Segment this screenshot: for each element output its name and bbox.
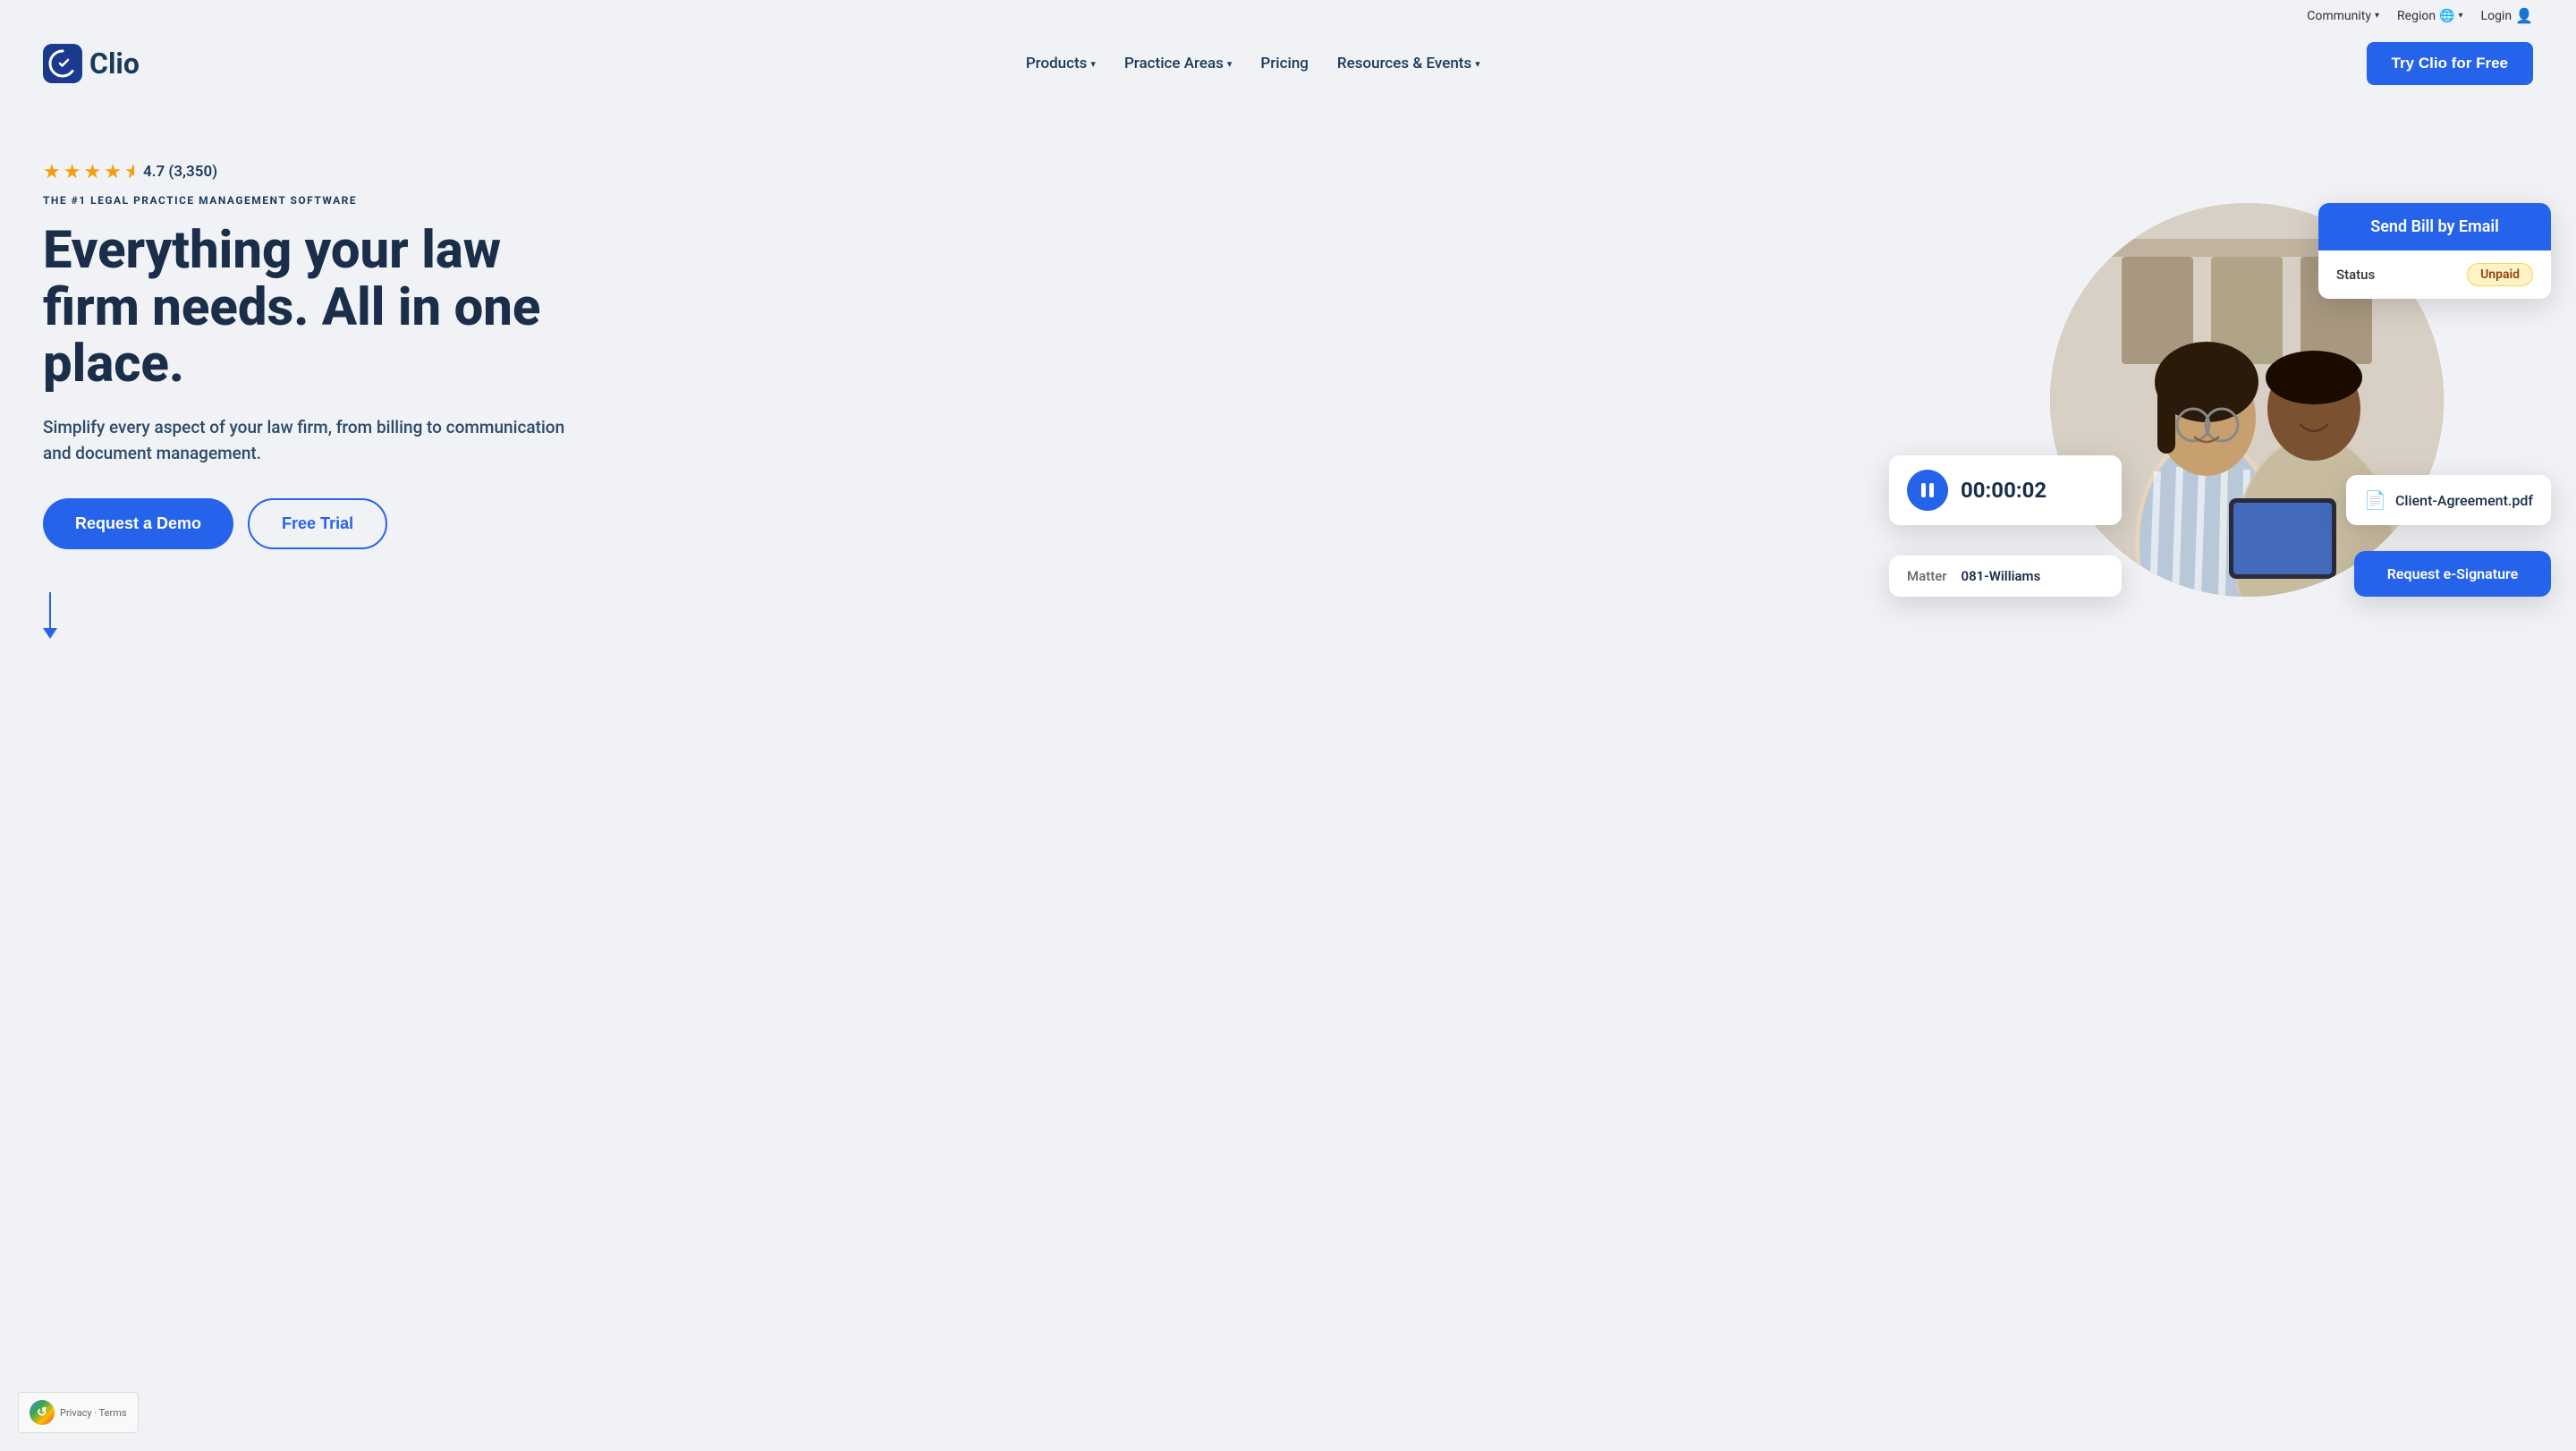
status-label: Status <box>2336 267 2375 283</box>
arrow-down-icon <box>43 592 57 639</box>
scroll-arrow <box>43 592 580 639</box>
status-row: Status Unpaid <box>2318 250 2551 299</box>
login-button[interactable]: Login 👤 <box>2481 7 2533 24</box>
hero-cta-buttons: Request a Demo Free Trial <box>43 498 580 549</box>
matter-label: Matter <box>1907 568 1947 584</box>
resources-label: Resources & Events <box>1337 55 1471 72</box>
hero-title-line3: place. <box>43 334 184 395</box>
hero-left-content: ★ ★ ★ ★ ★ 4.7 (3,350) THE #1 LEGAL PRACT… <box>43 161 580 639</box>
user-icon: 👤 <box>2515 7 2533 24</box>
star-2-icon: ★ <box>64 161 81 183</box>
status-badge: Unpaid <box>2467 263 2533 286</box>
rating-value: 4.7 (3,350) <box>143 163 217 181</box>
document-card[interactable]: 📄 Client-Agreement.pdf <box>2346 475 2551 525</box>
hero-badge: THE #1 LEGAL PRACTICE MANAGEMENT SOFTWAR… <box>43 194 580 207</box>
request-signature-button[interactable]: Request e-Signature <box>2354 551 2551 597</box>
practice-areas-chevron-icon: ▾ <box>1227 58 1233 70</box>
products-label: Products <box>1026 55 1088 72</box>
free-trial-button[interactable]: Free Trial <box>248 498 387 549</box>
signature-card: Request e-Signature <box>2354 551 2551 597</box>
request-demo-button[interactable]: Request a Demo <box>43 498 233 549</box>
rating-row: ★ ★ ★ ★ ★ 4.7 (3,350) <box>43 161 580 183</box>
nav-links: Products ▾ Practice Areas ▾ Pricing Reso… <box>1026 55 1480 72</box>
resources-nav-link[interactable]: Resources & Events ▾ <box>1337 55 1480 72</box>
hero-title: Everything your law firm needs. All in o… <box>43 223 580 394</box>
region-menu[interactable]: Region 🌐 ▾ <box>2397 9 2463 23</box>
recaptcha-logo-icon: ↺ <box>30 1400 55 1425</box>
star-1-icon: ★ <box>43 161 61 183</box>
pause-bar-2 <box>1929 483 1934 497</box>
pause-bar-1 <box>1921 483 1926 497</box>
clio-logo-icon <box>43 44 82 83</box>
hero-title-line1: Everything your law <box>43 220 501 281</box>
matter-value: 081-Williams <box>1962 568 2041 584</box>
hero-title-line2: firm needs. All in one <box>43 277 540 338</box>
hero-right-visual: 00:00:02 Matter 081-Williams Send Bill b… <box>1925 132 2533 668</box>
recaptcha-text: Privacy · Terms <box>60 1407 127 1419</box>
globe-icon: 🌐 <box>2439 9 2454 23</box>
star-3-icon: ★ <box>83 161 101 183</box>
hero-section: ★ ★ ★ ★ ★ 4.7 (3,350) THE #1 LEGAL PRACT… <box>0 96 2576 722</box>
region-chevron-icon: ▾ <box>2459 11 2463 21</box>
pause-icon <box>1921 483 1934 497</box>
recaptcha-badge: ↺ Privacy · Terms <box>18 1392 139 1433</box>
community-label: Community <box>2307 9 2371 23</box>
send-bill-button[interactable]: Send Bill by Email <box>2318 203 2551 250</box>
pricing-nav-link[interactable]: Pricing <box>1260 55 1309 72</box>
resources-chevron-icon: ▾ <box>1475 58 1480 70</box>
top-utility-bar: Community ▾ Region 🌐 ▾ Login 👤 <box>0 0 2576 31</box>
practice-areas-nav-link[interactable]: Practice Areas ▾ <box>1124 55 1232 72</box>
star-4-icon: ★ <box>104 161 122 183</box>
logo-text: Clio <box>89 47 140 81</box>
star-rating: ★ ★ ★ ★ ★ <box>43 161 134 183</box>
pdf-icon: 📄 <box>2364 489 2386 511</box>
arrow-line <box>49 592 51 628</box>
main-navbar: Clio Products ▾ Practice Areas ▾ Pricing… <box>0 31 2576 96</box>
products-chevron-icon: ▾ <box>1090 58 1096 70</box>
try-clio-button[interactable]: Try Clio for Free <box>2367 42 2533 85</box>
community-chevron-icon: ▾ <box>2375 11 2379 21</box>
community-menu[interactable]: Community ▾ <box>2307 9 2379 23</box>
region-label: Region <box>2397 9 2436 23</box>
arrow-head <box>43 628 57 639</box>
pricing-label: Pricing <box>1260 55 1309 72</box>
timer-pause-button[interactable] <box>1907 470 1948 511</box>
logo-link[interactable]: Clio <box>43 44 140 83</box>
products-nav-link[interactable]: Products ▾ <box>1026 55 1096 72</box>
matter-card: Matter 081-Williams <box>1889 556 2122 597</box>
practice-areas-label: Practice Areas <box>1124 55 1224 72</box>
star-half-icon: ★ <box>124 161 134 183</box>
timer-display: 00:00:02 <box>1961 478 2046 503</box>
timer-card: 00:00:02 <box>1889 455 2122 525</box>
hero-subtitle: Simplify every aspect of your law firm, … <box>43 415 580 466</box>
document-name: Client-Agreement.pdf <box>2395 492 2533 509</box>
send-bill-card: Send Bill by Email Status Unpaid <box>2318 203 2551 299</box>
login-label: Login <box>2481 9 2512 23</box>
